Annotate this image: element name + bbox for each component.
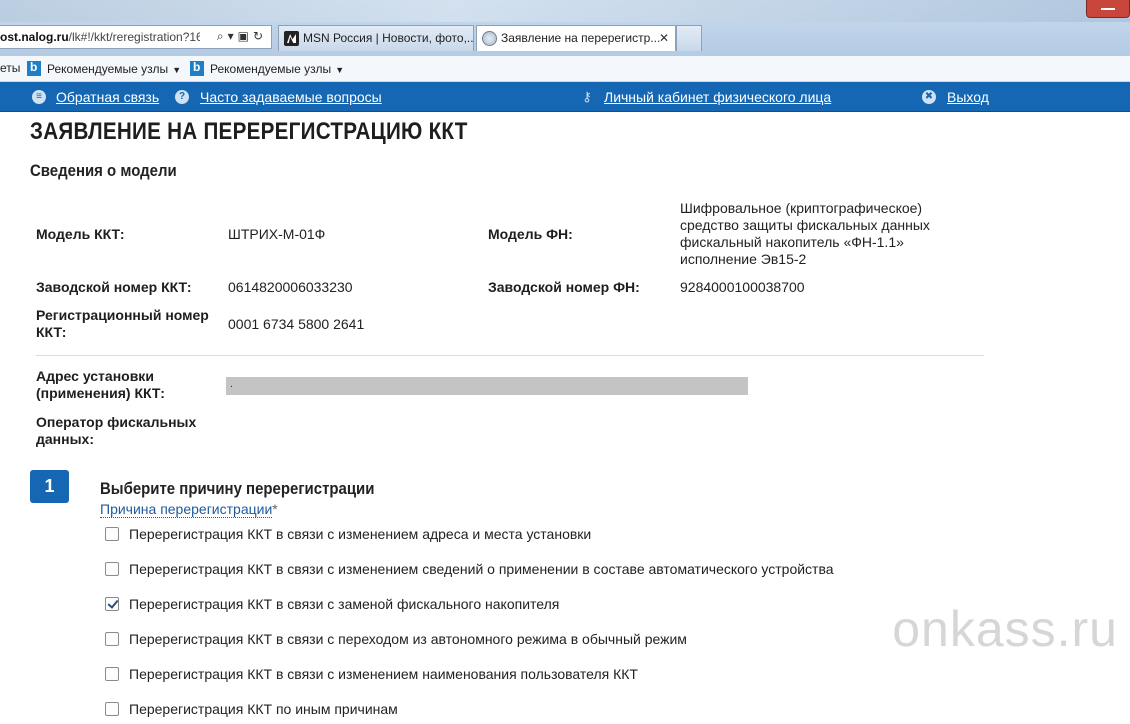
tab-label: Заявление на перерегистр... xyxy=(501,31,661,45)
msn-favicon-icon xyxy=(284,31,299,46)
model-kkt-value: ШТРИХ-М-01Ф xyxy=(228,226,326,242)
checkbox[interactable] xyxy=(105,527,119,541)
reason-option[interactable]: Перерегистрация ККТ в связи с изменением… xyxy=(105,666,638,682)
reason-option[interactable]: Перерегистрация ККТ в связи с переходом … xyxy=(105,631,687,647)
bing-icon xyxy=(190,60,204,76)
menu-icon: ≡ xyxy=(32,90,46,104)
chevron-down-icon: ▼ xyxy=(335,65,345,75)
browser-chrome: ost.nalog.ru/lk#!/kkt/reregistration?167… xyxy=(0,0,1130,56)
address-actions[interactable]: ⌕▾▣↻ xyxy=(217,29,267,44)
favorite-item-1[interactable]: Рекомендуемые узлы▼ xyxy=(27,60,182,76)
cabinet-link[interactable]: Личный кабинет физического лица xyxy=(604,89,831,105)
reason-option[interactable]: Перерегистрация ККТ в связи с заменой фи… xyxy=(105,596,559,612)
reason-option[interactable]: Перерегистрация ККТ по иным причинам xyxy=(105,701,398,717)
serial-kkt-label: Заводской номер ККТ: xyxy=(36,279,192,295)
reason-option[interactable]: Перерегистрация ККТ в связи с изменением… xyxy=(105,526,591,542)
step-number-badge: 1 xyxy=(30,470,69,503)
serial-kkt-value: 0614820006033230 xyxy=(228,279,353,295)
ofd-label: Оператор фискальных данных: xyxy=(36,414,197,447)
reg-number-label: Регистрационный номер ККТ: xyxy=(36,307,209,340)
model-fn-label: Модель ФН: xyxy=(488,226,573,242)
model-kkt-label: Модель ККТ: xyxy=(36,226,125,242)
step-title: Выберите причину перерегистрации xyxy=(100,479,375,498)
bing-icon xyxy=(27,60,41,76)
reason-option-label: Перерегистрация ККТ в связи с заменой фи… xyxy=(129,596,560,612)
reason-option-label: Перерегистрация ККТ в связи с изменением… xyxy=(129,526,592,542)
favorites-bar: еты Рекомендуемые узлы▼ Рекомендуемые уз… xyxy=(0,56,1130,82)
question-icon: ? xyxy=(175,90,189,104)
checkbox[interactable] xyxy=(105,632,119,646)
tab-application[interactable]: Заявление на перерегистр... ✕ xyxy=(476,25,676,51)
reason-option-label: Перерегистрация ККТ в связи с переходом … xyxy=(129,631,687,647)
reason-option[interactable]: Перерегистрация ККТ в связи с изменением… xyxy=(105,561,834,577)
search-icon[interactable]: ⌕ xyxy=(217,29,228,43)
nalog-favicon-icon xyxy=(482,31,497,46)
address-label: Адрес установки (применения) ККТ: xyxy=(36,368,165,401)
titlebar xyxy=(0,0,1130,22)
reason-option-label: Перерегистрация ККТ в связи с изменением… xyxy=(129,666,638,682)
close-icon xyxy=(1101,8,1115,10)
lock-icon: ▣ xyxy=(237,29,253,43)
close-icon: ✖ xyxy=(922,90,936,104)
checkbox[interactable] xyxy=(105,702,119,716)
refresh-icon[interactable]: ↻ xyxy=(253,29,267,43)
site-navigation: ≡ Обратная связь ? Часто задаваемые вопр… xyxy=(0,82,1130,112)
tab-label: MSN Россия | Новости, фото,... xyxy=(303,31,474,45)
model-fn-value: Шифровальное (криптографическое) средств… xyxy=(680,200,930,267)
checkbox[interactable] xyxy=(105,667,119,681)
reg-number-value: 0001 6734 5800 2641 xyxy=(228,316,365,332)
tab-msn[interactable]: MSN Россия | Новости, фото,... xyxy=(278,25,474,51)
checkbox-checked[interactable] xyxy=(105,597,119,611)
serial-fn-value: 9284000100038700 xyxy=(680,279,805,295)
checkbox[interactable] xyxy=(105,562,119,576)
key-icon: ⚷ xyxy=(582,89,592,104)
section-title: Сведения о модели xyxy=(30,161,177,180)
reason-field-label: Причина перерегистрации* xyxy=(100,501,278,518)
address-value: . xyxy=(226,377,748,395)
dropdown-icon[interactable]: ▾ xyxy=(228,29,238,43)
address-bar[interactable]: ost.nalog.ru/lk#!/kkt/reregistration?167… xyxy=(0,25,272,49)
address-url: ost.nalog.ru/lk#!/kkt/reregistration?167 xyxy=(0,30,200,44)
favorites-fragment[interactable]: еты xyxy=(0,61,20,75)
reason-option-label: Перерегистрация ККТ в связи с изменением… xyxy=(129,561,834,577)
window-close-button[interactable] xyxy=(1086,0,1130,18)
watermark: onkass.ru xyxy=(892,601,1118,657)
feedback-link[interactable]: Обратная связь xyxy=(56,89,159,105)
page-title: ЗАЯВЛЕНИЕ НА ПЕРЕРЕГИСТРАЦИЮ ККТ xyxy=(30,118,468,145)
new-tab-button[interactable] xyxy=(676,25,702,51)
chevron-down-icon: ▼ xyxy=(172,65,182,75)
reason-option-label: Перерегистрация ККТ по иным причинам xyxy=(129,701,398,717)
faq-link[interactable]: Часто задаваемые вопросы xyxy=(200,89,382,105)
logout-link[interactable]: Выход xyxy=(947,89,989,105)
tab-close-icon[interactable]: ✕ xyxy=(659,31,669,45)
favorite-item-2[interactable]: Рекомендуемые узлы▼ xyxy=(190,60,345,76)
divider xyxy=(36,355,984,356)
serial-fn-label: Заводской номер ФН: xyxy=(488,279,640,295)
